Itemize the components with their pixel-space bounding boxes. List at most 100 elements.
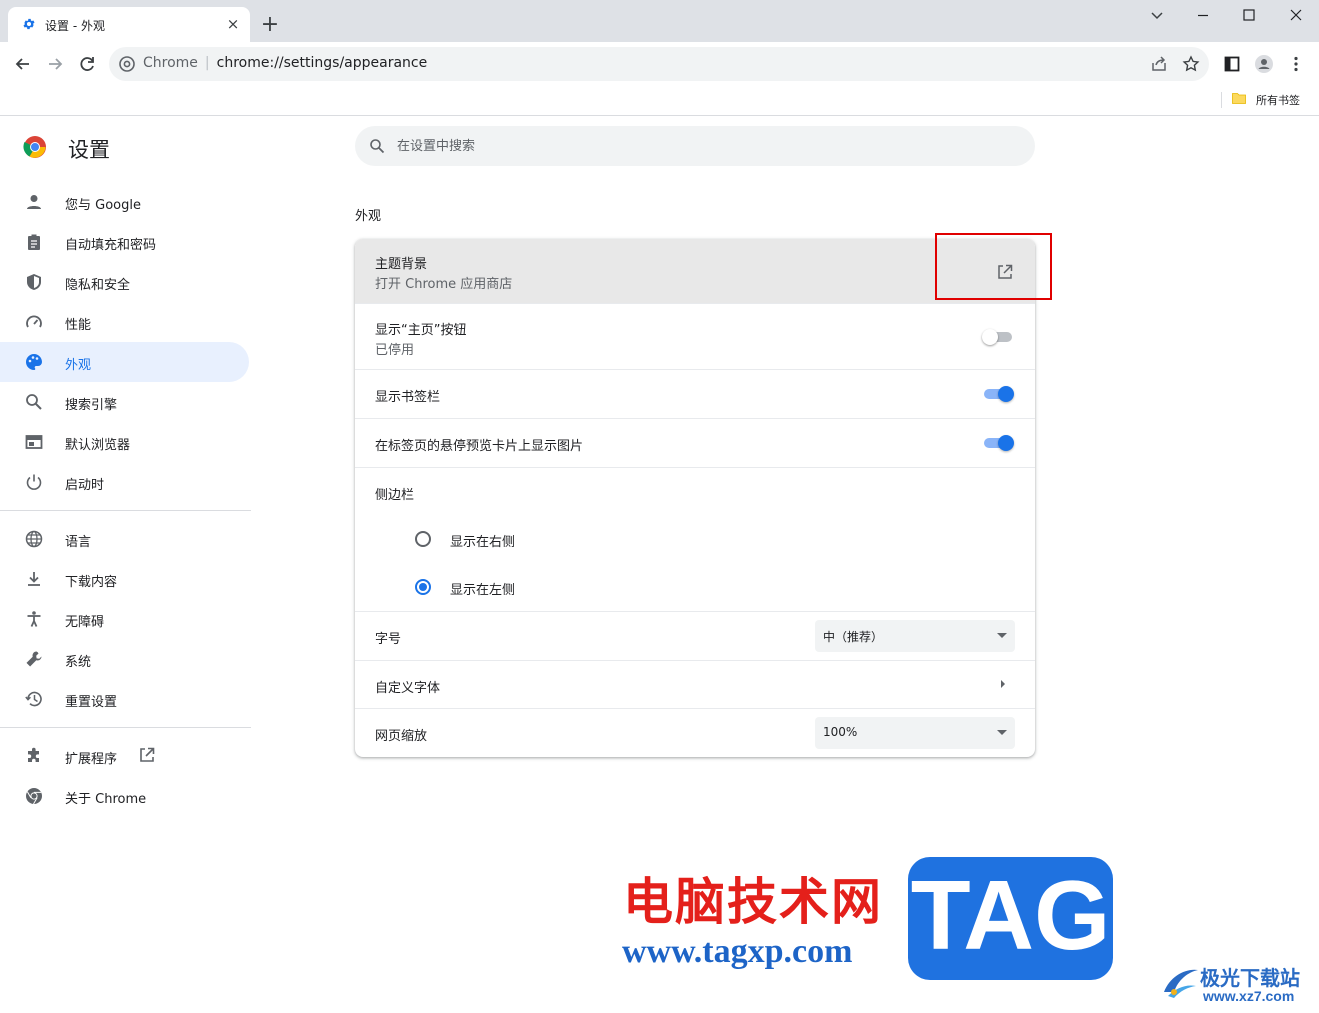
theme-sublabel: 打开 Chrome 应用商店 <box>375 277 513 292</box>
home-button-toggle[interactable] <box>982 327 1014 347</box>
sidebar-item-label: 系统 <box>65 655 92 670</box>
bookmarks-bar-toggle[interactable] <box>982 384 1014 404</box>
all-bookmarks-link[interactable]: 所有书签 <box>1256 92 1300 108</box>
history-icon <box>25 691 42 707</box>
sidebar-item-label: 无障碍 <box>65 615 105 630</box>
side-panel-icon[interactable] <box>1222 54 1242 74</box>
maximize-icon[interactable] <box>1240 6 1258 24</box>
section-title: 外观 <box>355 209 382 224</box>
sidebar-item-system[interactable]: 系统 <box>0 639 249 679</box>
address-bar[interactable]: Chrome | chrome://settings/appearance <box>109 47 1209 81</box>
bookmark-bar: 所有书签 <box>0 86 1319 116</box>
custom-fonts-label: 自定义字体 <box>375 681 441 696</box>
address-text: Chrome | chrome://settings/appearance <box>143 55 427 71</box>
sidebar-item-downloads[interactable]: 下载内容 <box>0 559 249 599</box>
theme-label: 主题背景 <box>375 257 428 272</box>
watermark-site-name: 电脑技术网 <box>623 872 883 931</box>
gear-icon <box>23 18 35 30</box>
active-tab[interactable]: 设置 - 外观 × <box>8 7 250 42</box>
radio-right-side-label[interactable]: 显示在右侧 <box>450 531 515 550</box>
chrome-logo-icon <box>23 136 46 158</box>
forward-arrow-icon[interactable] <box>45 54 65 74</box>
browser-icon <box>25 435 43 449</box>
sidebar-item-label: 您与 Google <box>65 198 141 213</box>
font-size-row: 字号 中（推荐） <box>355 611 1035 660</box>
puzzle-icon <box>28 747 39 762</box>
side-panel-label: 侧边栏 <box>375 488 415 503</box>
custom-fonts-row[interactable]: 自定义字体 <box>355 660 1035 708</box>
theme-row[interactable]: 主题背景 打开 Chrome 应用商店 <box>355 239 1035 303</box>
minimize-icon[interactable] <box>1194 6 1212 24</box>
toggle-knob <box>998 435 1014 451</box>
watermark-site-url: www.tagxp.com <box>622 933 853 970</box>
profile-avatar-icon[interactable] <box>1254 54 1274 74</box>
radio-left-side[interactable] <box>414 578 432 596</box>
sidebar-item-label: 外观 <box>65 358 92 373</box>
wrench-icon <box>26 651 42 667</box>
sidebar-item-label: 下载内容 <box>65 575 118 590</box>
browser-toolbar: Chrome | chrome://settings/appearance <box>0 42 1319 86</box>
settings-search[interactable] <box>355 126 1035 166</box>
sidebar-item-reset[interactable]: 重置设置 <box>0 679 249 719</box>
search-icon <box>370 139 385 154</box>
radio-left-side-label[interactable]: 显示在左侧 <box>450 579 515 598</box>
search-input[interactable] <box>397 126 1017 166</box>
page-zoom-value: 100% <box>823 725 858 739</box>
bookmark-star-icon[interactable] <box>1182 55 1200 73</box>
sidebar-item-default-browser[interactable]: 默认浏览器 <box>0 422 249 462</box>
sidebar-item-you-and-google[interactable]: 您与 Google <box>0 182 249 222</box>
radio-right-side[interactable] <box>414 530 432 548</box>
hover-preview-row[interactable]: 在标签页的悬停预览卡片上显示图片 <box>355 418 1035 467</box>
sidebar-item-search-engine[interactable]: 搜索引擎 <box>0 382 249 422</box>
sidebar-item-on-startup[interactable]: 启动时 <box>0 462 249 502</box>
sidebar-item-performance[interactable]: 性能 <box>0 302 249 342</box>
font-size-select[interactable]: 中（推荐） <box>815 620 1015 652</box>
hover-preview-toggle[interactable] <box>982 433 1014 453</box>
page-zoom-select[interactable]: 100% <box>815 717 1015 749</box>
sidebar-item-about-chrome[interactable]: 关于 Chrome <box>0 776 249 816</box>
window-close-icon[interactable] <box>1287 6 1305 24</box>
open-in-new-icon <box>140 747 155 762</box>
sidebar-item-label: 隐私和安全 <box>65 278 131 293</box>
watermark-tag-logo: TAG <box>908 857 1113 980</box>
sidebar-divider <box>0 727 251 728</box>
page-zoom-label: 网页缩放 <box>375 729 428 744</box>
watermark-aurora-url: www.xz7.com <box>1203 988 1295 1004</box>
dropdown-arrow-icon <box>997 730 1007 735</box>
accessibility-icon <box>27 611 41 627</box>
sidebar-item-label: 关于 Chrome <box>65 792 147 807</box>
tab-strip: 设置 - 外观 × + <box>0 0 1319 42</box>
sidebar-item-languages[interactable]: 语言 <box>0 519 249 559</box>
globe-icon <box>25 530 43 548</box>
share-icon[interactable] <box>1150 55 1168 73</box>
sidebar-item-privacy[interactable]: 隐私和安全 <box>0 262 249 302</box>
aurora-logo-icon <box>1164 969 1198 998</box>
home-button-label: 显示“主页”按钮 <box>375 323 467 338</box>
tab-close-icon[interactable]: × <box>224 15 242 33</box>
download-icon <box>28 572 40 586</box>
tab-search-chevron-icon[interactable] <box>1148 6 1166 24</box>
reload-icon[interactable] <box>77 54 97 74</box>
chrome-icon <box>26 788 42 805</box>
chrome-site-icon <box>119 56 135 72</box>
bookmarks-bar-row[interactable]: 显示书签栏 <box>355 369 1035 418</box>
font-size-value: 中（推荐） <box>823 630 884 644</box>
chevron-right-icon <box>1001 680 1005 688</box>
clipboard-icon <box>28 234 40 250</box>
search-icon <box>26 394 42 410</box>
watermark-aurora-name: 极光下载站 <box>1200 966 1300 990</box>
toggle-knob <box>998 386 1014 402</box>
toggle-knob <box>982 329 998 345</box>
sidebar-item-appearance[interactable]: 外观 <box>0 342 249 382</box>
sidebar-item-label: 自动填充和密码 <box>65 238 157 253</box>
bookmark-divider <box>1221 92 1222 108</box>
sidebar-item-accessibility[interactable]: 无障碍 <box>0 599 249 639</box>
sidebar-item-extensions[interactable]: 扩展程序 <box>0 736 249 776</box>
back-arrow-icon[interactable] <box>13 54 33 74</box>
folder-icon[interactable] <box>1232 92 1246 104</box>
more-menu-icon[interactable] <box>1286 54 1306 74</box>
sidebar-item-label: 性能 <box>65 318 92 333</box>
new-tab-button[interactable]: + <box>259 14 281 36</box>
home-button-row[interactable]: 显示“主页”按钮 已停用 <box>355 303 1035 369</box>
sidebar-item-autofill[interactable]: 自动填充和密码 <box>0 222 249 262</box>
